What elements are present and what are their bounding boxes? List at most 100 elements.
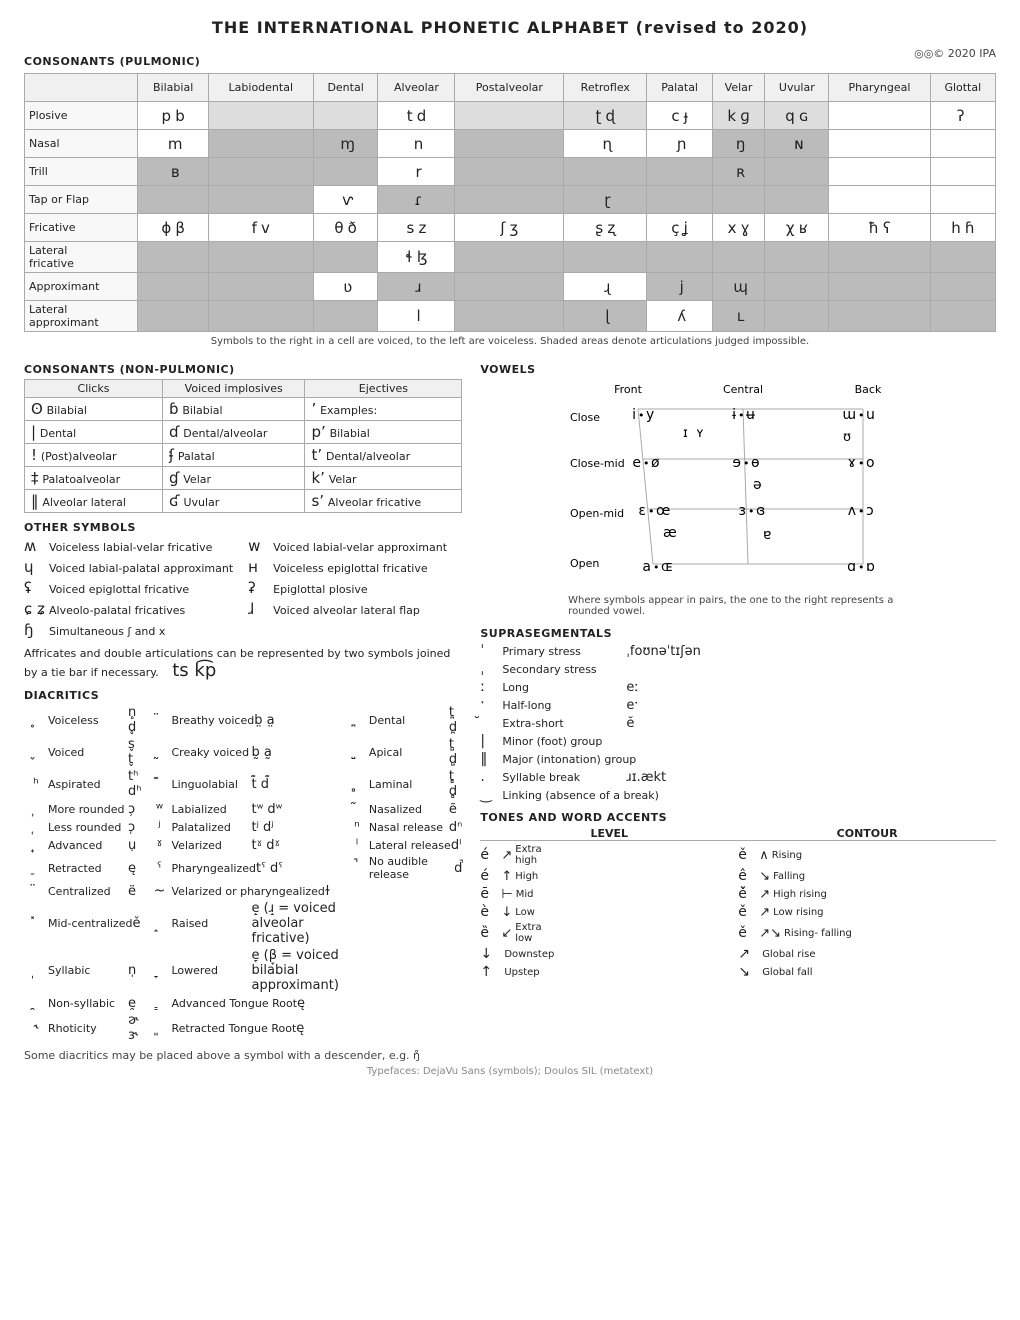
- nonpulmonic-label: CONSONANTS (NON-PULMONIC): [24, 363, 462, 376]
- svg-text:ə: ə: [753, 477, 762, 493]
- vowels-label: VOWELS: [480, 363, 996, 376]
- page-title: THE INTERNATIONAL PHONETIC ALPHABET (rev…: [24, 18, 996, 37]
- svg-text:ʉ: ʉ: [746, 407, 755, 423]
- footer-note: Some diacritics may be placed above a sy…: [24, 1049, 462, 1062]
- diacritic-item: ̈Centralizedë: [24, 883, 142, 899]
- other-symbol-item: ʡEpiglottal plosive: [248, 579, 462, 597]
- svg-text:ø: ø: [651, 455, 660, 471]
- diacritic-item: ͇Advanced Tongue Rootę: [148, 995, 339, 1011]
- diacritic-item: [345, 883, 462, 899]
- svg-text:ɘ: ɘ: [733, 455, 742, 471]
- diacritic-item: [345, 948, 462, 993]
- diacritic-item: ̟Advancedụ: [24, 837, 142, 853]
- svg-text:ɤ: ɤ: [848, 455, 856, 471]
- diacritic-item: ̜Less roundedɔ̜: [24, 819, 142, 835]
- svg-text:•: •: [858, 505, 865, 518]
- svg-text:Back: Back: [855, 383, 882, 396]
- diacritics-label: DIACRITICS: [24, 689, 462, 702]
- other-symbol-item: ʢVoiced epiglottal fricative: [24, 579, 238, 597]
- clicks-col-header: Clicks: [25, 380, 163, 398]
- other-symbols-section: OTHER SYMBOLS ʍVoiceless labial-velar fr…: [24, 521, 462, 681]
- svg-text:Close: Close: [570, 411, 600, 424]
- diacritic-item: ̠Retractedę: [24, 855, 142, 881]
- other-symbol-item: ɧSimultaneous ʃ and x: [24, 621, 238, 639]
- ejectives-col-header: Ejectives: [305, 380, 462, 398]
- svg-text:•: •: [643, 457, 650, 470]
- diacritic-item: ˡLateral releasedˡ: [345, 837, 462, 853]
- svg-text:ɔ: ɔ: [866, 503, 874, 519]
- diacritics-section: DIACRITICS ̥Voicelessn̥ d̥̈Breathy voice…: [24, 689, 462, 1062]
- tone-item: é ↗ Extra high ě ∧ Rising: [480, 844, 996, 866]
- vowels-note: Where symbols appear in pairs, the one t…: [568, 595, 908, 617]
- suprasegmental-item: ˈPrimary stressˌfoʊnəˈtɪʃən: [480, 643, 996, 659]
- tone-item: é ↑ High ê ↘ Falling: [480, 868, 996, 884]
- svg-text:Front: Front: [614, 383, 643, 396]
- diacritic-item: ̪Dentalt̪ d̪: [345, 705, 462, 735]
- suprasegmentals-section: SUPRASEGMENTALS ˈPrimary stressˌfoʊnəˈtɪ…: [480, 627, 996, 803]
- tone-item: ↓ Downstep ↗ Global rise: [480, 946, 996, 962]
- diacritic-item: ̈Breathy voicedb̤ a̤: [148, 705, 339, 735]
- diacritic-item: ̚No audible released̚: [345, 855, 462, 881]
- svg-text:•: •: [858, 561, 865, 574]
- svg-text:•: •: [858, 409, 865, 422]
- diacritic-item: ʰAspiratedtʰ dʰ: [24, 769, 142, 799]
- svg-text:ɑ: ɑ: [847, 559, 856, 575]
- svg-text:u: u: [866, 407, 875, 423]
- other-symbol-item: ʜVoiceless epiglottal fricative: [248, 558, 462, 576]
- suprasegmental-item: ˑHalf-longeˑ: [480, 697, 996, 713]
- tone-item: ↑ Upstep ↘ Global fall: [480, 964, 996, 980]
- affricates-note: Affricates and double articulations can …: [24, 647, 462, 681]
- diacritic-item: ̥Voicelessn̥ d̥: [24, 705, 142, 735]
- tones-contour-header: CONTOUR: [738, 827, 996, 840]
- tones-label: TONES AND WORD ACCENTS: [480, 811, 996, 824]
- diacritic-item: ˤPharyngealizedtˤ dˤ: [148, 855, 339, 881]
- pulmonic-note: Symbols to the right in a cell are voice…: [24, 336, 996, 347]
- svg-text:•: •: [748, 505, 755, 518]
- svg-text:•: •: [743, 457, 750, 470]
- diacritic-item: ̩Syllabicn̩: [24, 948, 142, 993]
- suprasegmental-item: ˌSecondary stress: [480, 661, 996, 677]
- diacritic-item: ̝Raisede̝ (ɹ̝ = voiced alveolar fricativ…: [148, 901, 339, 946]
- svg-text:•: •: [858, 457, 865, 470]
- svg-text:ɒ: ɒ: [866, 559, 875, 575]
- suprasegmental-item: ‿Linking (absence of a break): [480, 787, 996, 803]
- svg-text:Central: Central: [723, 383, 763, 396]
- svg-text:Close-mid: Close-mid: [570, 457, 625, 470]
- diacritic-item: ʷLabializedtʷ dʷ: [148, 801, 339, 817]
- svg-text:ɛ: ɛ: [639, 503, 647, 519]
- svg-text:ɯ: ɯ: [843, 407, 857, 423]
- suprasegmental-item: ̆Extra-shortĕ: [480, 715, 996, 731]
- svg-text:Open: Open: [570, 557, 599, 570]
- other-symbol-item: ɺVoiced alveolar lateral flap: [248, 600, 462, 618]
- svg-text:ɪ: ɪ: [683, 426, 688, 441]
- svg-text:æ: æ: [663, 525, 677, 541]
- svg-text:ɐ: ɐ: [763, 527, 771, 543]
- svg-text:ɨ: ɨ: [732, 407, 736, 423]
- svg-text:ʊ: ʊ: [843, 430, 851, 445]
- svg-text:y: y: [646, 407, 654, 423]
- svg-text:ʌ: ʌ: [848, 503, 856, 519]
- tone-item: è ↓ Low ě ↗ Low rising: [480, 904, 996, 920]
- svg-text:•: •: [638, 409, 645, 422]
- copyright: ◎◎© 2020 IPA: [914, 47, 996, 60]
- diacritic-item: ̺Apicalt̺ d̺: [345, 737, 462, 767]
- diacritic-item: ͊Linguolabialt͊ d͊: [148, 769, 339, 799]
- svg-text:ɵ: ɵ: [751, 455, 760, 471]
- diacritic-item: ͈Retracted Tongue Rootę: [148, 1013, 339, 1043]
- svg-text:Open-mid: Open-mid: [570, 507, 624, 520]
- svg-text:ɞ: ɞ: [756, 503, 765, 519]
- diacritic-item: ̰Creaky voicedb̰ a̰: [148, 737, 339, 767]
- diacritic-item: ̯Non-syllabice̯: [24, 995, 142, 1011]
- svg-text:o: o: [866, 455, 875, 471]
- other-symbol-item: wVoiced labial-velar approximant: [248, 537, 462, 555]
- pulmonic-label: CONSONANTS (PULMONIC): [24, 55, 200, 68]
- suprasegmental-item: |Minor (foot) group: [480, 733, 996, 749]
- other-symbol-item: ʍVoiceless labial-velar fricative: [24, 537, 238, 555]
- svg-text:œ: œ: [656, 503, 670, 519]
- vowel-diagram: Front Central Back Close Close-mid Open-…: [568, 379, 908, 589]
- tones-section: TONES AND WORD ACCENTS LEVEL CONTOUR é ↗…: [480, 811, 996, 980]
- diacritic-item: ʲPalatalizedtʲ dʲ: [148, 819, 339, 835]
- vowels-section: VOWELS Front Central Back Close Close-mi…: [480, 363, 996, 617]
- diacritic-item: [345, 995, 462, 1011]
- svg-text:i: i: [632, 407, 636, 423]
